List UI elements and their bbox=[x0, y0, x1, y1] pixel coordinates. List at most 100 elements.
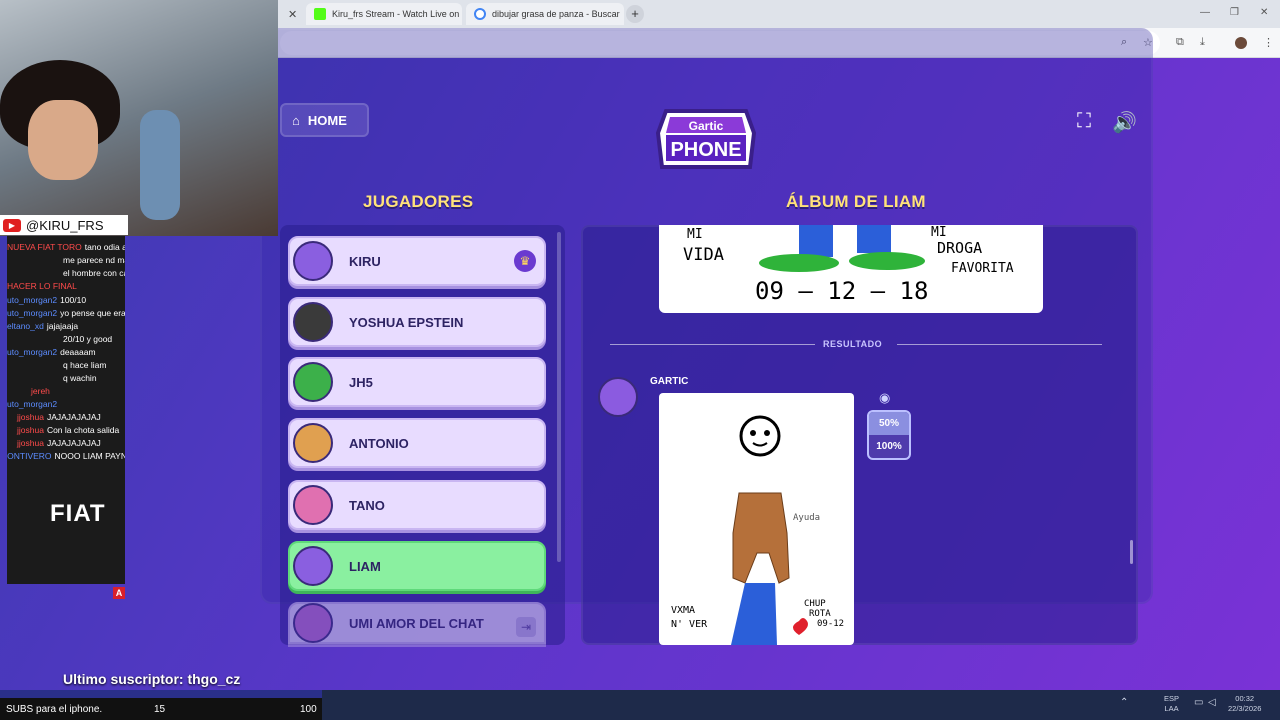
kick-icon bbox=[314, 8, 326, 20]
player-name: TANO bbox=[349, 497, 385, 513]
chat-text: jajajaaja bbox=[46, 321, 79, 331]
clock[interactable]: 00:32 22/3/2026 bbox=[1228, 694, 1261, 714]
tab-close-previous[interactable]: ✕ bbox=[280, 3, 300, 25]
player-avatar bbox=[293, 362, 333, 402]
chat-user: jjoshua bbox=[17, 438, 44, 448]
zoom-option-50[interactable]: 50% bbox=[869, 412, 909, 435]
chat-user: uto_morgan2 bbox=[7, 399, 58, 409]
close-icon[interactable]: ✕ bbox=[288, 8, 297, 21]
channel-handle: @KIRU_FRS bbox=[26, 217, 104, 233]
chat-user: uto_morgan2 bbox=[7, 295, 58, 305]
translate-icon[interactable]: ⧉ bbox=[1176, 36, 1184, 49]
menu-kebab-icon[interactable]: ⋮ bbox=[1263, 36, 1274, 49]
volume-tray-icon[interactable]: ◁ bbox=[1208, 698, 1216, 708]
player-card-liam[interactable]: LIAM bbox=[288, 541, 546, 591]
new-tab-button[interactable]: + bbox=[626, 5, 644, 23]
player-avatar bbox=[293, 603, 333, 643]
gartic-phone-logo: Gartic PHONE bbox=[655, 109, 757, 169]
album-heading: ÁLBUM DE LIAM bbox=[786, 192, 926, 211]
youtube-icon: ▶ bbox=[3, 218, 21, 232]
player-avatar bbox=[293, 485, 333, 525]
subs-goal-label: SUBS para el iphone. bbox=[6, 704, 103, 715]
eye-icon[interactable]: ◉ bbox=[879, 390, 890, 406]
chat-user: CONTIVERO bbox=[7, 451, 52, 461]
player-card-kiru[interactable]: KIRU ♛ bbox=[288, 236, 546, 286]
home-button[interactable]: ⌂ HOME bbox=[280, 103, 369, 137]
sponsor-logo: FIAT bbox=[50, 500, 106, 527]
chat-user: jjoshua bbox=[17, 412, 44, 422]
google-icon bbox=[474, 8, 486, 20]
chat-user: eltano_xd bbox=[7, 321, 44, 331]
chat-user: NUEVA FIAT TORO bbox=[7, 242, 82, 252]
divider-right bbox=[897, 344, 1102, 345]
chat-user: uto_morgan2 bbox=[7, 308, 58, 318]
drawing-text-0912: 09-12 bbox=[817, 619, 845, 629]
tab-title: dibujar grasa de panza - Buscar bbox=[492, 9, 620, 19]
player-card-umi-amor-del-chat[interactable]: UMI AMOR DEL CHAT ⇥ bbox=[288, 602, 546, 644]
player-name: KIRU bbox=[349, 253, 381, 269]
drawing-text-date: 09 — 12 — 18 bbox=[755, 277, 929, 305]
chat-user: HACER LO FINAL bbox=[7, 281, 77, 291]
profile-avatar[interactable] bbox=[1235, 37, 1247, 49]
drawing-text-mi: MI bbox=[687, 227, 703, 242]
player-name: LIAM bbox=[349, 558, 381, 574]
result-drawing-card: Ayuda VXMA N' VER CHUP ROTA 09-12 bbox=[659, 393, 854, 645]
chevron-up-icon[interactable]: ⌃ bbox=[1120, 698, 1128, 708]
house-icon: ⌂ bbox=[292, 112, 300, 128]
players-scrollbar[interactable] bbox=[557, 232, 561, 562]
author-avatar bbox=[598, 377, 638, 417]
chat-user: jjoshua bbox=[17, 425, 44, 435]
drawing-text-ayuda: Ayuda bbox=[793, 513, 821, 523]
restore-button[interactable]: ❐ bbox=[1230, 7, 1239, 18]
chat-text: q wachin bbox=[63, 373, 97, 383]
monitor-icon[interactable]: ▭ bbox=[1194, 698, 1203, 708]
zoom-selector[interactable]: 50% 100% bbox=[867, 410, 911, 460]
zoom-option-100[interactable]: 100% bbox=[869, 435, 909, 458]
chat-text: deaaaam bbox=[60, 347, 96, 357]
album-scrollbar[interactable] bbox=[1130, 540, 1133, 564]
language-indicator[interactable]: ESP LAA bbox=[1164, 694, 1179, 714]
player-avatar bbox=[293, 546, 333, 586]
chat-text: yo pense que era umi bbox=[60, 308, 125, 318]
player-name: JH5 bbox=[349, 374, 373, 390]
screen: ✕ Kiru_frs Stream - Watch Live on ✕ dibu… bbox=[0, 0, 1280, 720]
player-card-jh5[interactable]: JH5 bbox=[288, 357, 546, 407]
crown-icon: ♛ bbox=[514, 250, 536, 272]
chat-text: el hombre con cabeza de chota bbox=[63, 268, 125, 278]
microphone bbox=[140, 110, 180, 220]
windows-taskbar: ⌃ ESP LAA ▭ ◁ 00:32 22/3/2026 bbox=[322, 690, 1280, 720]
keyboard-layout: LAA bbox=[1164, 704, 1179, 713]
logo-phone-text: PHONE bbox=[670, 139, 741, 161]
chat-text: me parece nd mas bbox=[63, 255, 125, 265]
player-card-antonio[interactable]: ANTONIO bbox=[288, 418, 546, 468]
download-icon[interactable]: ⤓ bbox=[1200, 36, 1205, 49]
chat-overlay: NUEVA FIAT TOROtano odia a jereh me pare… bbox=[7, 236, 125, 584]
drawing-text-chup: CHUP bbox=[804, 599, 826, 609]
player-card-tano[interactable]: TANO bbox=[288, 480, 546, 530]
language-code: ESP bbox=[1164, 694, 1180, 703]
chat-text: NOOO LIAM PAYNE bbox=[54, 451, 125, 461]
player-avatar bbox=[293, 241, 333, 281]
player-name: YOSHUA EPSTEIN bbox=[349, 314, 464, 330]
close-window-button[interactable]: ✕ bbox=[1260, 7, 1268, 18]
streamer-face bbox=[28, 100, 98, 180]
drawing-text-vida: VIDA bbox=[683, 245, 724, 265]
tab-kick-stream[interactable]: Kiru_frs Stream - Watch Live on ✕ bbox=[306, 3, 462, 25]
author-name: GARTIC bbox=[650, 376, 689, 387]
player-card-yoshua-epstein[interactable]: YOSHUA EPSTEIN bbox=[288, 297, 546, 347]
chat-text: q hace liam bbox=[63, 360, 107, 370]
previous-drawing-card: MI VIDA MI DROGA FAVORITA 09 — 12 — 18 bbox=[659, 225, 1043, 313]
players-heading: JUGADORES bbox=[363, 192, 474, 211]
sponsor-badge: A bbox=[113, 587, 125, 599]
chat-text: 100/10 bbox=[60, 295, 87, 305]
drawing-text-vxma: VXMA bbox=[671, 605, 696, 616]
chat-user: jereh bbox=[31, 386, 50, 396]
player-name: UMI AMOR DEL CHAT bbox=[349, 615, 484, 631]
minimize-button[interactable]: — bbox=[1200, 7, 1210, 18]
drawing-text-favorita: FAVORITA bbox=[951, 261, 1014, 276]
subs-goal-current: 15 bbox=[154, 704, 166, 715]
fullscreen-icon[interactable]: ⛶ bbox=[1077, 110, 1091, 133]
tab-google-search[interactable]: dibujar grasa de panza - Buscar ✕ bbox=[466, 3, 624, 25]
chat-text: 20/10 y good bbox=[63, 334, 113, 344]
volume-icon[interactable]: 🔊 bbox=[1112, 110, 1137, 135]
